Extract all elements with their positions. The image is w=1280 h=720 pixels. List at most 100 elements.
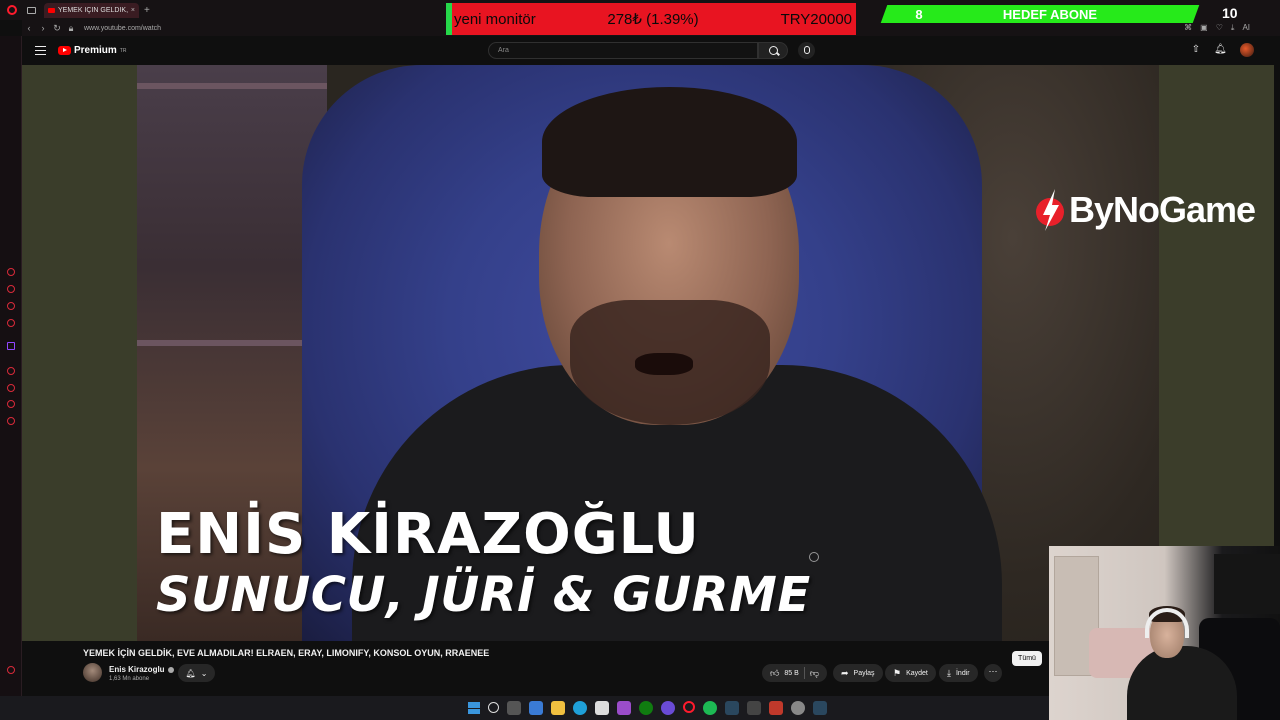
download-icon: ⤓ (947, 667, 951, 678)
donation-goal-bar: yeni monitör 278₺ (1.39%) TRY20000 (446, 3, 856, 35)
video-details: YEMEK İÇİN GELDİK, EVE ALMADILAR! ELRAEN… (22, 641, 1052, 696)
sidebar-aria-icon[interactable] (7, 268, 15, 276)
steam-icon-2[interactable] (813, 701, 827, 715)
search-input[interactable]: Ara (488, 42, 758, 59)
youtube-play-icon (58, 46, 71, 55)
search-taskbar-icon[interactable] (488, 702, 499, 713)
upload-icon[interactable]: ⇧ (1190, 44, 1202, 56)
brand-bolt-icon (1036, 189, 1064, 231)
subscriber-goal-target: 10 (1222, 5, 1238, 21)
verified-icon (167, 666, 174, 673)
reload-icon[interactable]: ↻ (50, 23, 64, 34)
more-actions-button[interactable]: ⋯ (984, 664, 1002, 682)
ai-label[interactable]: AI (1242, 23, 1250, 33)
sidebar-clock-icon[interactable] (7, 384, 15, 392)
opera-taskbar-icon[interactable] (683, 701, 695, 713)
like-divider (803, 667, 805, 679)
brand-watermark: ByNoGame (1035, 187, 1256, 233)
mic-icon[interactable] (798, 42, 815, 59)
file-explorer-icon[interactable] (551, 701, 565, 715)
brand-text: ByNoGame (1069, 189, 1256, 230)
lower-third-name: ENİS KİRAZOĞLU (156, 502, 700, 567)
sidebar-more-icon[interactable] (7, 666, 15, 674)
video-person-hair (542, 87, 797, 197)
chip-all[interactable]: Tümü (1012, 651, 1042, 666)
save-label: Kaydet (906, 669, 928, 677)
task-view-icon[interactable] (507, 701, 521, 715)
account-avatar[interactable] (1240, 43, 1254, 57)
app-icon-2[interactable] (747, 701, 761, 715)
sidebar-messenger-icon[interactable] (7, 302, 15, 310)
search-icon[interactable] (758, 42, 788, 59)
discord-icon[interactable] (661, 701, 675, 715)
app-icon[interactable] (617, 701, 631, 715)
heart-icon[interactable]: ♡ (1216, 23, 1223, 33)
steam-icon[interactable] (725, 701, 739, 715)
channel-avatar[interactable] (83, 663, 102, 682)
store-icon[interactable] (595, 701, 609, 715)
camera-icon[interactable]: ▣ (1200, 23, 1208, 33)
windows-taskbar (0, 696, 1049, 720)
subscriber-goal-current: 8 (915, 6, 923, 22)
video-person-mouth (635, 353, 693, 375)
youtube-favicon-icon (48, 7, 55, 13)
extension-icons: ⌘ ▣ ♡ ⤓ AI (1184, 23, 1250, 33)
download-button[interactable]: ⤓ İndir (939, 664, 978, 682)
webcam-shelf (1214, 554, 1280, 614)
widgets-icon[interactable] (529, 701, 543, 715)
download-label: İndir (955, 669, 970, 677)
sidebar-crypto-icon[interactable] (7, 285, 15, 293)
screen: YEMEK İÇİN GELDİK, E × + ‹ › ↻ 🔒︎ www.yo… (0, 0, 1280, 720)
cursor-icon (809, 552, 819, 562)
edge-icon[interactable] (573, 701, 587, 715)
donation-amount: 278₺ (1.39%) (607, 11, 699, 28)
youtube-logo-region: TR (119, 47, 127, 54)
like-dislike-group: 👍︎ 85 B 👎︎ (762, 664, 827, 682)
channel-name-text[interactable]: Enis Kirazoglu (109, 665, 165, 674)
translate-icon[interactable]: ⌘ (1184, 23, 1192, 33)
menu-icon[interactable] (35, 46, 46, 55)
share-label: Paylaş (853, 669, 875, 677)
forward-icon[interactable]: › (36, 23, 50, 33)
xbox-icon[interactable] (639, 701, 653, 715)
browser-sidebar (0, 36, 22, 696)
new-tab-icon[interactable]: + (144, 5, 150, 16)
subscriber-goal-content: 8 HEDEF ABONE (884, 5, 1196, 23)
video-left-pillar (22, 65, 137, 641)
taskbar-icons (468, 701, 827, 715)
youtube-logo[interactable]: Premium TR (58, 45, 126, 56)
browser-tab-active[interactable]: YEMEK İÇİN GELDİK, E × (44, 2, 139, 18)
donation-target: TRY20000 (780, 10, 853, 28)
dislike-icon[interactable]: 👎︎ (810, 668, 819, 679)
donation-progress-fill (446, 3, 452, 35)
save-button[interactable]: ⚑ Kaydet (885, 664, 936, 682)
share-button[interactable]: ➦ Paylaş (833, 664, 883, 682)
close-tab-icon[interactable]: × (131, 7, 135, 14)
sidebar-settings-icon[interactable] (7, 417, 15, 425)
share-icon: ➦ (841, 667, 849, 678)
youtube-logo-text: Premium (74, 45, 117, 56)
bell-icon: 🔔︎ (185, 668, 196, 678)
opera-logo-icon[interactable] (7, 5, 17, 15)
workspace-icon[interactable] (27, 6, 36, 14)
subscription-bell-button[interactable]: 🔔︎ ⌄ (178, 664, 215, 682)
channel-subscribers: 1,63 Mn abone (109, 676, 150, 682)
donation-label: yeni monitör (454, 10, 536, 28)
sidebar-music-icon[interactable] (7, 367, 15, 375)
sidebar-instagram-icon[interactable] (7, 319, 15, 327)
spotify-icon[interactable] (703, 701, 717, 715)
like-count[interactable]: 85 B (784, 670, 798, 677)
bell-icon[interactable]: 🔔︎ (1214, 44, 1227, 56)
sidebar-twitch-icon[interactable] (7, 342, 15, 350)
sidebar-history-icon[interactable] (7, 400, 15, 408)
url-field[interactable]: www.youtube.com/watch (84, 25, 161, 32)
obs-icon[interactable] (791, 701, 805, 715)
back-icon[interactable]: ‹ (22, 23, 36, 33)
channel-name[interactable]: Enis Kirazoglu (109, 665, 174, 674)
like-icon[interactable]: 👍︎ (770, 668, 779, 679)
start-icon[interactable] (468, 702, 480, 714)
download-icon[interactable]: ⤓ (1231, 23, 1235, 33)
youtube-header: Premium TR Ara ⇧ 🔔︎ (22, 36, 1274, 65)
app-icon-3[interactable] (769, 701, 783, 715)
video-title: YEMEK İÇİN GELDİK, EVE ALMADILAR! ELRAEN… (83, 648, 490, 658)
